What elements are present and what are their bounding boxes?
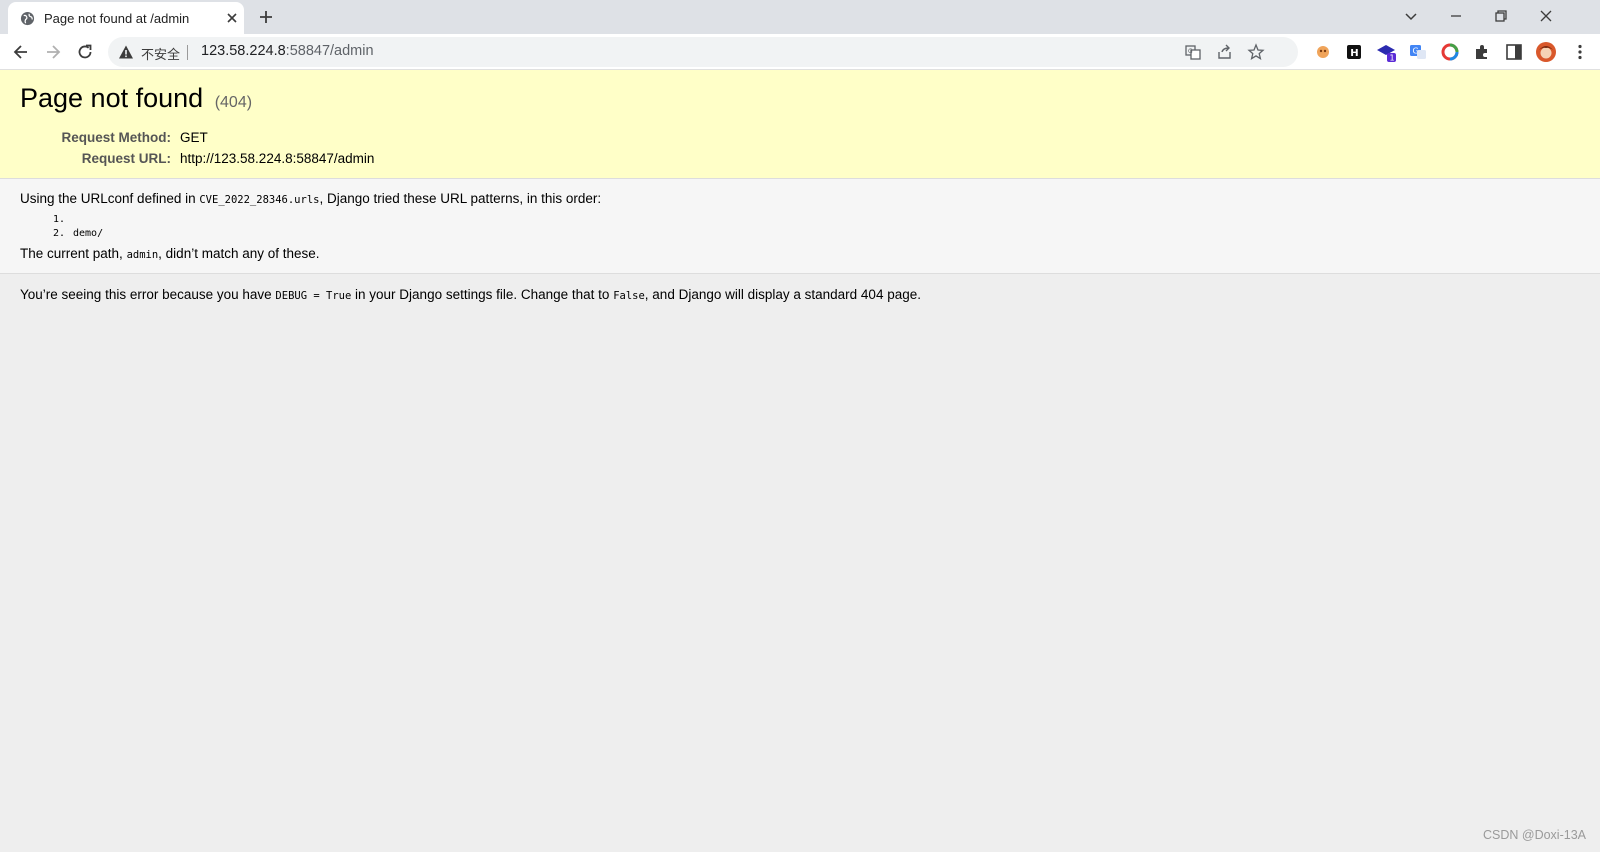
close-tab-icon[interactable]	[225, 11, 239, 25]
forward-icon[interactable]	[43, 42, 63, 62]
url-pattern-item: 1.	[20, 213, 1580, 227]
more-menu-icon[interactable]	[1570, 42, 1590, 62]
urlconf-message: Using the URLconf defined in CVE_2022_28…	[20, 189, 1580, 210]
tab-strip: Page not found at /admin	[0, 0, 1600, 34]
share-icon[interactable]	[1216, 43, 1234, 61]
url-pattern-item: 2. demo/	[20, 227, 1580, 241]
security-label[interactable]: 不安全	[141, 44, 180, 63]
urlconf-intro: Using the URLconf defined in	[20, 191, 200, 206]
watermark: CSDN @Doxi-13A	[1483, 828, 1586, 842]
new-tab-icon[interactable]	[258, 9, 274, 25]
error-title: Page not found	[20, 83, 204, 113]
debug-explanation: You’re seeing this error because you hav…	[0, 274, 1600, 317]
url-text[interactable]: 123.58.224.8:58847/admin	[201, 43, 374, 59]
svg-text:G: G	[1188, 48, 1193, 55]
error-summary: Page not found (404) Request Method: GET…	[0, 70, 1600, 179]
request-method-value: GET	[180, 130, 208, 145]
request-url-label: Request URL:	[81, 151, 171, 166]
bookmark-star-icon[interactable]	[1247, 43, 1265, 61]
page-title: Page not found (404)	[20, 82, 1580, 119]
address-bar[interactable]: 不安全 123.58.224.8:58847/admin G	[108, 37, 1298, 67]
current-path-intro: The current path,	[20, 246, 127, 261]
pattern-number: 2.	[53, 228, 66, 239]
pattern-text: demo/	[73, 228, 104, 239]
page-content: Page not found (404) Request Method: GET…	[0, 70, 1600, 852]
profile-avatar-icon[interactable]	[1535, 41, 1557, 63]
tab-search-icon[interactable]	[1402, 7, 1420, 25]
explanation-part-1: You’re seeing this error because you hav…	[20, 287, 276, 302]
false-value: False	[613, 290, 645, 302]
current-path-outro: , didn’t match any of these.	[158, 246, 320, 261]
extension-color-ring-icon[interactable]	[1440, 42, 1460, 62]
translate-icon[interactable]: G	[1184, 43, 1202, 61]
extension-fox-icon[interactable]	[1313, 42, 1333, 62]
browser-toolbar: 不安全 123.58.224.8:58847/admin G H 1 G	[0, 34, 1600, 70]
reload-icon[interactable]	[75, 42, 95, 62]
minimize-icon[interactable]	[1447, 7, 1465, 25]
close-window-icon[interactable]	[1537, 7, 1555, 25]
back-icon[interactable]	[11, 42, 31, 62]
extension-h-icon[interactable]: H	[1344, 42, 1364, 62]
explanation-part-3: , and Django will display a standard 404…	[644, 287, 921, 302]
status-code: (404)	[214, 94, 253, 111]
browser-tab[interactable]: Page not found at /admin	[8, 2, 244, 34]
extensions-puzzle-icon[interactable]	[1472, 42, 1492, 62]
url-host: 123.58.224.8	[201, 43, 286, 59]
warning-icon[interactable]	[118, 44, 134, 60]
extension-graduation-icon[interactable]: 1	[1376, 42, 1396, 62]
request-method-row: Request Method: GET	[20, 127, 1580, 148]
side-panel-icon[interactable]	[1504, 42, 1524, 62]
explanation-text: You’re seeing this error because you hav…	[20, 285, 1580, 306]
google-translate-icon[interactable]: G	[1408, 42, 1428, 62]
request-meta-table: Request Method: GET Request URL: http://…	[20, 127, 1580, 169]
pattern-number: 1.	[53, 214, 66, 225]
current-path-message: The current path, admin, didn’t match an…	[20, 244, 1580, 265]
urlconf-outro: , Django tried these URL patterns, in th…	[319, 191, 602, 206]
request-method-label: Request Method:	[61, 130, 172, 145]
error-info: Using the URLconf defined in CVE_2022_28…	[0, 179, 1600, 274]
globe-icon	[20, 11, 35, 26]
urlconf-module: CVE_2022_28346.urls	[199, 194, 320, 206]
tab-title: Page not found at /admin	[44, 11, 190, 26]
current-path: admin	[126, 249, 159, 261]
request-url-row: Request URL: http://123.58.224.8:58847/a…	[20, 148, 1580, 169]
omnibox-divider	[187, 45, 188, 60]
url-path: :58847/admin	[285, 43, 374, 59]
url-pattern-list: 1. 2. demo/	[20, 213, 1580, 241]
debug-setting: DEBUG = True	[275, 290, 352, 302]
request-url-value: http://123.58.224.8:58847/admin	[180, 151, 375, 166]
explanation-part-2: in your Django settings file. Change tha…	[351, 287, 614, 302]
restore-icon[interactable]	[1492, 7, 1510, 25]
svg-text:H: H	[1350, 48, 1358, 59]
extension-badge: 1	[1390, 54, 1395, 63]
